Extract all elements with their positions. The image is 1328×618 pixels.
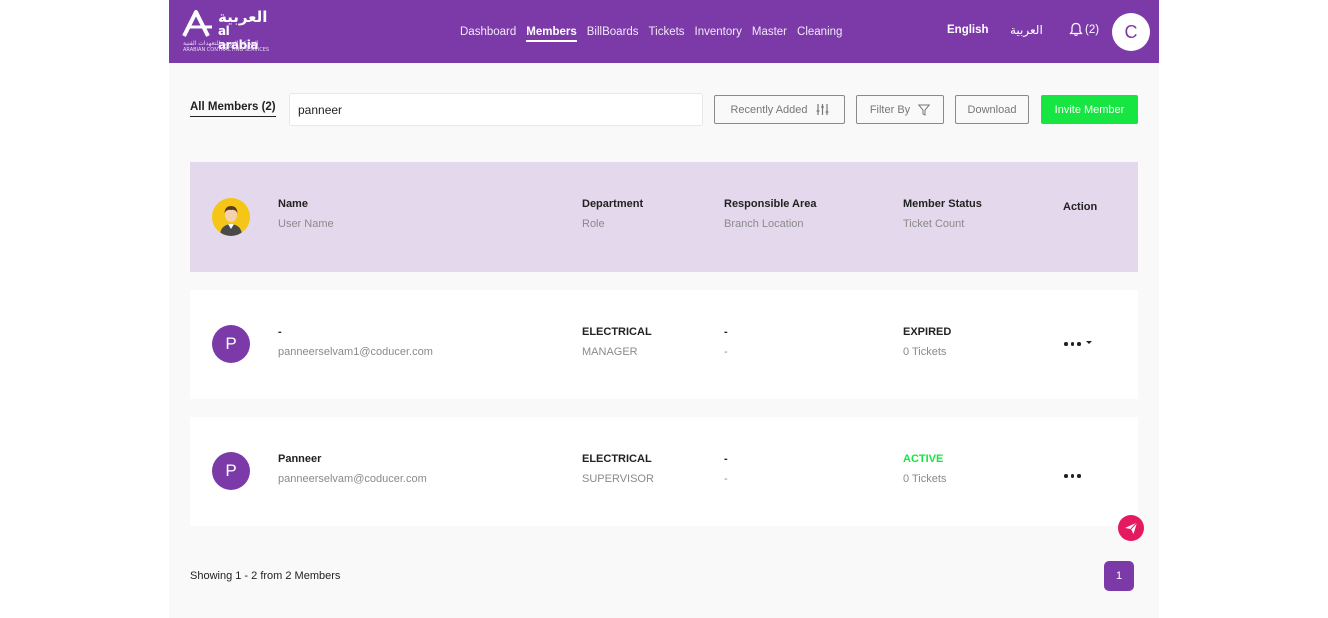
nav-item-members[interactable]: Members (521, 0, 582, 63)
filter-label: Filter By (869, 103, 911, 116)
brand-tagline-english: ARABIAN CONTRACTING SERVICES (183, 47, 270, 53)
nav-item-dashboard[interactable]: Dashboard (455, 0, 521, 63)
sliders-icon (816, 104, 829, 115)
status-badge: EXPIRED (903, 326, 952, 338)
table-header: Name User Name Department Role Responsib… (190, 162, 1138, 272)
member-department-cell: ELECTRICAL MANAGER (582, 326, 652, 358)
top-navbar: العربية al arabia الشركة العربية للتعهدا… (169, 0, 1159, 63)
member-department-cell: ELECTRICAL SUPERVISOR (582, 453, 654, 485)
sort-recently-added-button[interactable]: Recently Added (714, 95, 845, 124)
member-area: - (724, 453, 728, 465)
header-name-col: Name User Name (278, 198, 334, 230)
send-plane-icon[interactable] (1118, 515, 1144, 541)
bell-icon (1069, 22, 1083, 37)
table-row[interactable]: P Panneer panneerselvam@coducer.com ELEC… (190, 417, 1138, 526)
notification-count: (2) (1085, 23, 1100, 36)
header-username: User Name (278, 218, 334, 230)
member-email: panneerselvam@coducer.com (278, 473, 427, 485)
header-member-status: Member Status (903, 198, 982, 210)
download-label: Download (967, 103, 1017, 116)
member-status-cell: ACTIVE 0 Tickets (903, 453, 946, 485)
notifications-button[interactable]: (2) (1069, 22, 1099, 37)
member-avatar: P (212, 325, 250, 363)
nav-item-master[interactable]: Master (747, 0, 792, 63)
member-department: ELECTRICAL (582, 326, 652, 338)
member-email: panneerselvam1@coducer.com (278, 346, 433, 358)
header-action-col: Action (1063, 201, 1097, 213)
header-department-col: Department Role (582, 198, 643, 230)
status-badge: ACTIVE (903, 453, 944, 465)
filter-by-button[interactable]: Filter By (856, 95, 944, 124)
invite-member-button[interactable]: Invite Member (1041, 95, 1138, 124)
member-role: SUPERVISOR (582, 473, 654, 485)
member-area-cell: - - (724, 453, 728, 485)
user-avatar-button[interactable]: C (1112, 13, 1150, 51)
member-name-cell: Panneer panneerselvam@coducer.com (278, 453, 427, 485)
member-name: Panneer (278, 453, 322, 465)
nav-item-inventory[interactable]: Inventory (690, 0, 747, 63)
brand-tagline-arabic: الشركة العربية للتعهدات الفنية (183, 40, 259, 47)
sort-label: Recently Added (730, 103, 808, 116)
header-area-col: Responsible Area Branch Location (724, 198, 817, 230)
tab-all-members[interactable]: All Members (2) (190, 101, 276, 117)
table-row[interactable]: P - panneerselvam1@coducer.com ELECTRICA… (190, 290, 1138, 399)
app-container: العربية al arabia الشركة العربية للتعهدا… (169, 0, 1159, 618)
member-area: - (724, 326, 728, 338)
user-avatar-icon (212, 198, 250, 236)
logo-mark-icon (182, 10, 212, 37)
header-role: Role (582, 218, 605, 230)
dropdown-caret-icon (1085, 340, 1092, 344)
nav-item-tickets[interactable]: Tickets (644, 0, 690, 63)
member-status-cell: EXPIRED 0 Tickets (903, 326, 951, 358)
header-action: Action (1063, 201, 1098, 213)
member-area-cell: - - (724, 326, 728, 358)
member-branch: - (724, 346, 728, 358)
member-branch: - (724, 473, 728, 485)
pagination-page-1[interactable]: 1 (1104, 561, 1134, 591)
search-input[interactable] (289, 93, 703, 126)
nav-item-billboards[interactable]: BillBoards (582, 0, 644, 63)
member-department: ELECTRICAL (582, 453, 652, 465)
member-name-cell: - panneerselvam1@coducer.com (278, 326, 433, 358)
header-responsible-area: Responsible Area (724, 198, 817, 210)
pagination-summary: Showing 1 - 2 from 2 Members (190, 570, 341, 582)
language-arabic-link[interactable]: العربية (1010, 23, 1043, 37)
header-ticket-count: Ticket Count (903, 218, 965, 230)
member-role: MANAGER (582, 346, 638, 358)
brand-logo[interactable]: العربية al arabia الشركة العربية للتعهدا… (182, 8, 269, 56)
more-dots-icon[interactable] (1064, 340, 1092, 346)
download-button[interactable]: Download (955, 95, 1029, 124)
filter-funnel-icon (918, 104, 931, 116)
member-tickets: 0 Tickets (903, 473, 947, 485)
member-name: - (278, 326, 282, 338)
header-branch-location: Branch Location (724, 218, 804, 230)
header-status-col: Member Status Ticket Count (903, 198, 982, 230)
more-dots-icon[interactable] (1064, 474, 1081, 478)
main-nav: Dashboard Members BillBoards Tickets Inv… (455, 0, 847, 63)
header-department: Department (582, 198, 644, 210)
nav-item-cleaning[interactable]: Cleaning (792, 0, 847, 63)
member-tickets: 0 Tickets (903, 346, 947, 358)
language-english-link[interactable]: English (947, 24, 989, 36)
member-avatar: P (212, 452, 250, 490)
header-name: Name (278, 198, 308, 210)
